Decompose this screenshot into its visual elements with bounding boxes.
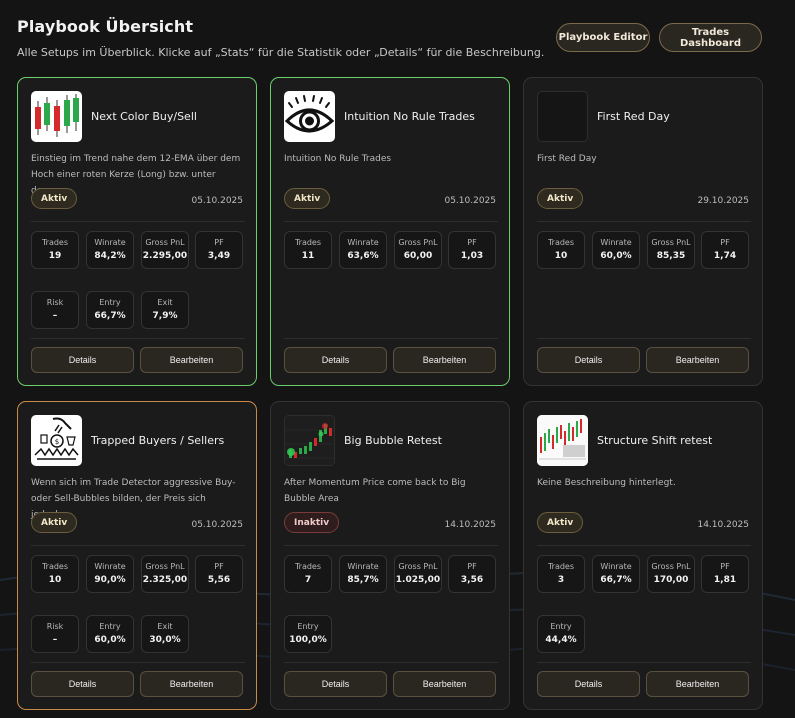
status-badge: Aktiv [31, 188, 78, 209]
stat-winrate: Winrate 60,0% [592, 231, 640, 269]
card-title: Trapped Buyers / Sellers [91, 434, 225, 447]
candlestick-icon [31, 91, 82, 142]
playbook-card-big-bubble[interactable]: Big Bubble Retest After Momentum Price c… [270, 401, 510, 710]
card-description: First Red Day [537, 154, 597, 164]
stat-winrate: Winrate 63,6% [339, 231, 387, 269]
playbook-editor-button[interactable]: Playbook Editor [556, 23, 650, 52]
divider [31, 662, 245, 663]
stat-entry: Entry 60,0% [86, 615, 134, 653]
details-button[interactable]: Details [31, 347, 134, 373]
playbook-card-trapped-buyers[interactable]: $ Trapped Buyers / Sellers Wenn sich im … [17, 401, 257, 710]
status-badge: Aktiv [537, 512, 584, 533]
divider [31, 545, 245, 546]
details-button[interactable]: Details [284, 347, 387, 373]
playbook-card-first-red-day[interactable]: First Red Day First Red Day Aktiv 29.10.… [523, 77, 763, 386]
divider [284, 662, 498, 663]
stat-trades: Trades 10 [31, 555, 79, 593]
status-badge: Aktiv [284, 188, 331, 209]
stat-entry: Entry 66,7% [86, 291, 134, 329]
page-title: Playbook Übersicht [17, 17, 194, 36]
divider [537, 662, 751, 663]
playbook-card-structure-shift[interactable]: Structure Shift retest Keine Beschreibun… [523, 401, 763, 710]
edit-button[interactable]: Bearbeiten [393, 347, 496, 373]
stat-pf: PF 5,56 [195, 555, 243, 593]
stat-pf: PF 3,49 [195, 231, 243, 269]
stat-entry: Entry 44,4% [537, 615, 585, 653]
eye-icon [284, 91, 335, 142]
card-title: Big Bubble Retest [344, 434, 442, 447]
stat-entry: Entry 100,0% [284, 615, 332, 653]
stat-risk: Risk – [31, 291, 79, 329]
edit-button[interactable]: Bearbeiten [140, 347, 243, 373]
divider [284, 338, 498, 339]
card-title: Structure Shift retest [597, 434, 713, 447]
stat-winrate: Winrate 90,0% [86, 555, 134, 593]
stat-exit: Exit 7,9% [141, 291, 189, 329]
stat-gross-pnl: Gross PnL 60,00 [394, 231, 442, 269]
page-header: Playbook Übersicht Alle Setups im Überbl… [17, 17, 544, 59]
status-badge: Inaktiv [284, 512, 340, 533]
svg-text:$: $ [55, 438, 59, 446]
card-date: 05.10.2025 [191, 196, 243, 206]
details-button[interactable]: Details [31, 671, 134, 697]
stat-gross-pnl: Gross PnL 2.295,00 [141, 231, 189, 269]
card-title: First Red Day [597, 110, 670, 123]
playbook-card-next-color[interactable]: Next Color Buy/Sell Einstieg im Trend na… [17, 77, 257, 386]
card-date: 14.10.2025 [444, 520, 496, 530]
edit-button[interactable]: Bearbeiten [646, 671, 749, 697]
stat-trades: Trades 7 [284, 555, 332, 593]
stat-gross-pnl: Gross PnL 85,35 [647, 231, 695, 269]
divider [31, 221, 245, 222]
playbook-card-intuition[interactable]: Intuition No Rule Trades Intuition No Ru… [270, 77, 510, 386]
stat-winrate: Winrate 84,2% [86, 231, 134, 269]
stat-trades: Trades 19 [31, 231, 79, 269]
trap-icon: $ [31, 415, 82, 466]
details-button[interactable]: Details [537, 347, 640, 373]
card-date: 05.10.2025 [444, 196, 496, 206]
stat-gross-pnl: Gross PnL 1.025,00 [394, 555, 442, 593]
stat-gross-pnl: Gross PnL 170,00 [647, 555, 695, 593]
card-date: 05.10.2025 [191, 520, 243, 530]
stat-trades: Trades 10 [537, 231, 585, 269]
divider [284, 221, 498, 222]
edit-button[interactable]: Bearbeiten [140, 671, 243, 697]
details-button[interactable]: Details [284, 671, 387, 697]
divider [284, 545, 498, 546]
page-subtitle: Alle Setups im Überblick. Klicke auf „St… [17, 46, 545, 59]
card-title: Next Color Buy/Sell [91, 110, 197, 123]
divider [31, 338, 245, 339]
stat-winrate: Winrate 85,7% [339, 555, 387, 593]
divider [537, 338, 751, 339]
card-description: Keine Beschreibung hinterlegt. [537, 478, 676, 488]
stat-gross-pnl: Gross PnL 2.325,00 [141, 555, 189, 593]
stat-pf: PF 1,74 [701, 231, 749, 269]
bubble-chart-icon [284, 415, 335, 466]
stat-exit: Exit 30,0% [141, 615, 189, 653]
structure-chart-icon [537, 415, 588, 466]
card-title: Intuition No Rule Trades [344, 110, 475, 123]
stat-pf: PF 1,81 [701, 555, 749, 593]
stat-pf: PF 3,56 [448, 555, 496, 593]
status-badge: Aktiv [31, 512, 78, 533]
edit-button[interactable]: Bearbeiten [646, 347, 749, 373]
card-description: Intuition No Rule Trades [284, 154, 392, 164]
stat-trades: Trades 3 [537, 555, 585, 593]
edit-button[interactable]: Bearbeiten [393, 671, 496, 697]
trades-dashboard-button[interactable]: Trades Dashboard [659, 23, 762, 52]
card-description: After Momentum Price come back to Big Bu… [284, 478, 466, 504]
stat-risk: Risk – [31, 615, 79, 653]
divider [537, 545, 751, 546]
status-badge: Aktiv [537, 188, 584, 209]
stat-trades: Trades 11 [284, 231, 332, 269]
stat-pf: PF 1,03 [448, 231, 496, 269]
empty-thumbnail [537, 91, 588, 142]
card-date: 14.10.2025 [697, 520, 749, 530]
stat-winrate: Winrate 66,7% [592, 555, 640, 593]
divider [537, 221, 751, 222]
card-date: 29.10.2025 [697, 196, 749, 206]
details-button[interactable]: Details [537, 671, 640, 697]
